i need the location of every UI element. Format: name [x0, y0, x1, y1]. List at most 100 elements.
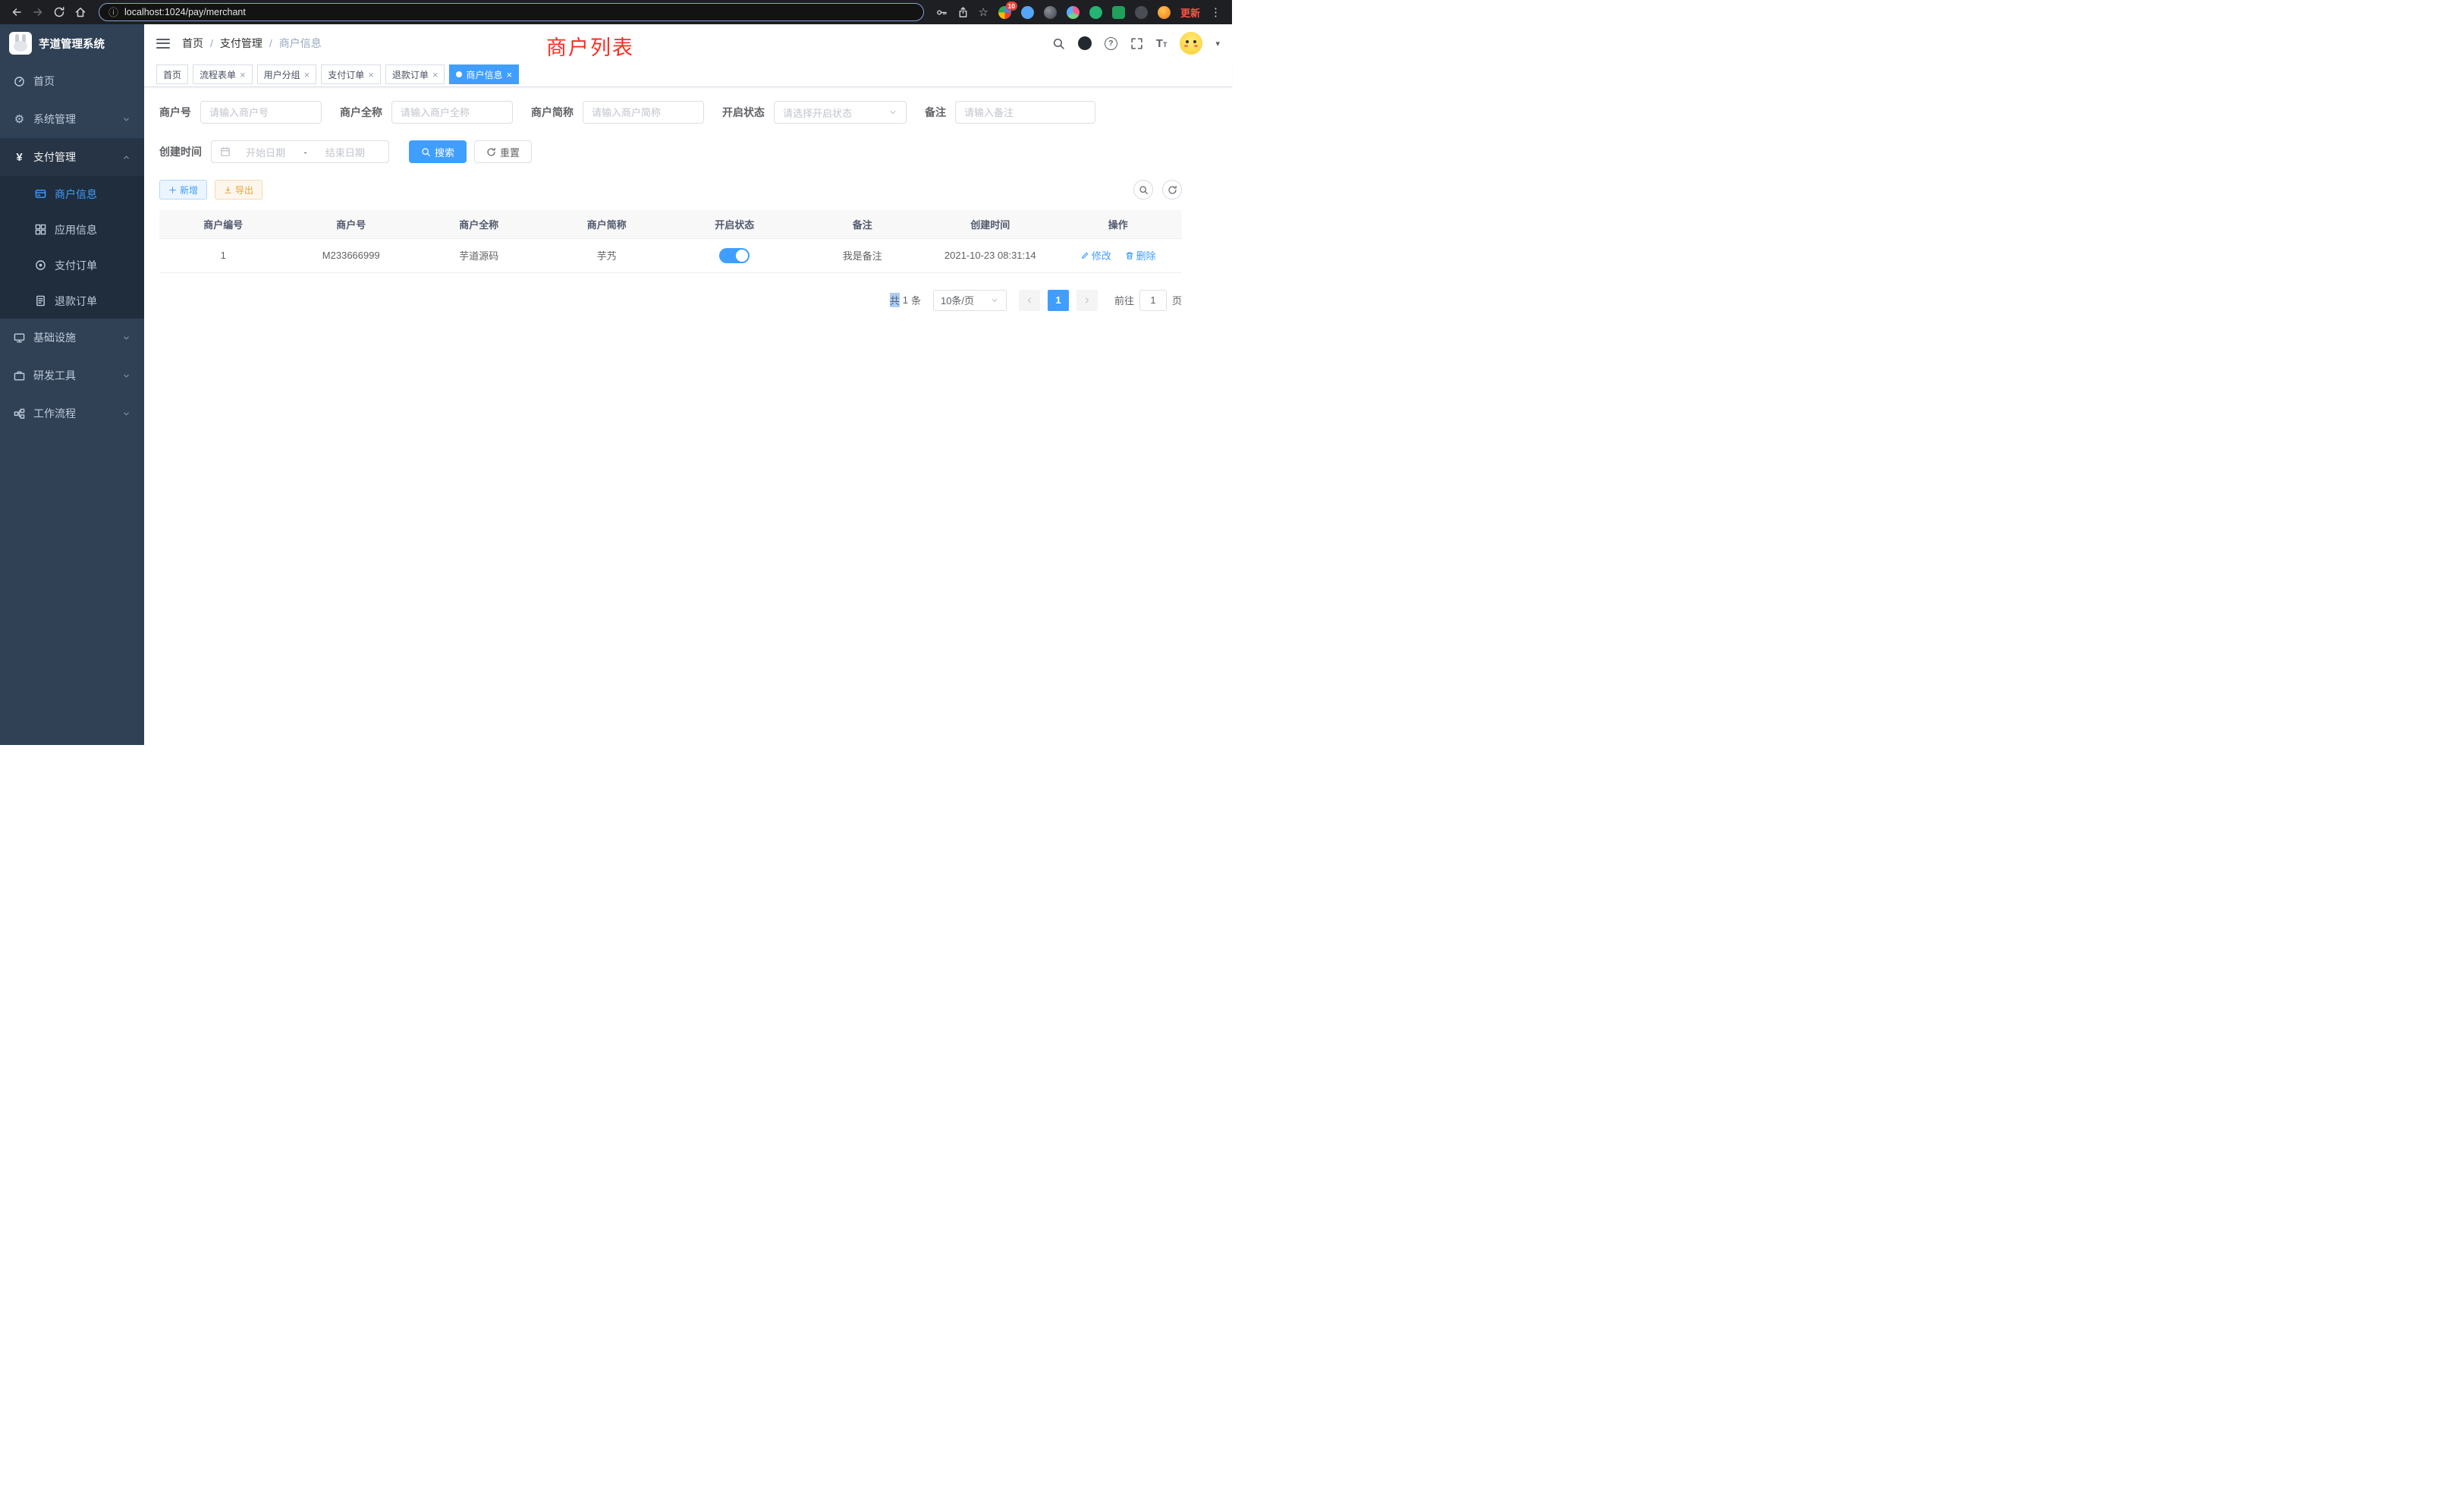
tab-close-icon[interactable]: ×: [432, 70, 438, 80]
extension-icon-5[interactable]: [1089, 6, 1102, 19]
refresh-table-button[interactable]: [1162, 180, 1182, 200]
tab-payment-orders[interactable]: 支付订单 ×: [321, 64, 381, 84]
toggle-search-button[interactable]: [1133, 180, 1153, 200]
sidebar-item-payment[interactable]: ¥ 支付管理: [0, 138, 144, 176]
col-header-status: 开启状态: [671, 210, 799, 238]
col-header-merchant-no: 商户号: [288, 210, 416, 238]
remark-input[interactable]: [955, 101, 1095, 124]
goto-page-input[interactable]: [1139, 290, 1167, 311]
tab-close-icon[interactable]: ×: [240, 70, 246, 80]
chrome-toolbar-right: ☆ 10 更新 ⋮: [932, 2, 1226, 23]
next-page-button[interactable]: [1076, 290, 1098, 311]
add-button[interactable]: 新增: [159, 180, 207, 200]
extension-icon-6[interactable]: [1112, 6, 1125, 19]
delete-button[interactable]: 删除: [1125, 248, 1156, 262]
cell-short-name: 芋艿: [543, 238, 671, 272]
full-name-input[interactable]: [391, 101, 513, 124]
password-key-icon[interactable]: [936, 2, 948, 23]
font-size-icon[interactable]: TT: [1156, 37, 1168, 50]
chrome-update-button[interactable]: 更新: [1180, 5, 1200, 20]
sidebar-item-infrastructure[interactable]: 基础设施: [0, 319, 144, 357]
chrome-menu-icon[interactable]: ⋮: [1210, 5, 1221, 19]
profile-avatar-icon[interactable]: [1158, 6, 1171, 19]
extension-icon-7[interactable]: [1135, 6, 1148, 19]
tab-refund-orders[interactable]: 退款订单 ×: [385, 64, 445, 84]
reload-button[interactable]: [49, 2, 70, 23]
tab-close-icon[interactable]: ×: [368, 70, 374, 80]
tab-close-icon[interactable]: ×: [304, 70, 310, 80]
chevron-down-icon: [122, 410, 130, 418]
key-icon: [936, 7, 948, 18]
pencil-icon: [1080, 251, 1089, 260]
app-window: 芋道管理系统 首页 ⚙ 系统管理 ¥ 支付管理 商户信息 应用信息: [0, 24, 1232, 745]
extension-icon-3[interactable]: [1044, 6, 1057, 19]
cell-actions: 修改 删除: [1054, 238, 1183, 272]
table-toolbar: 新增 导出: [159, 180, 1182, 200]
home-button[interactable]: [70, 2, 91, 23]
sidebar-item-system[interactable]: ⚙ 系统管理: [0, 100, 144, 138]
short-name-input[interactable]: [583, 101, 704, 124]
help-icon[interactable]: ?: [1105, 37, 1117, 50]
calendar-icon: [220, 146, 231, 157]
tab-user-group[interactable]: 用户分组 ×: [257, 64, 317, 84]
edit-button[interactable]: 修改: [1080, 248, 1111, 262]
sidebar-item-workflow[interactable]: 工作流程: [0, 395, 144, 432]
back-icon: [11, 6, 23, 18]
chevron-down-icon: [122, 334, 130, 342]
search-icon: [421, 147, 431, 157]
reset-button[interactable]: 重置: [474, 140, 532, 163]
prev-page-button[interactable]: [1019, 290, 1040, 311]
chevron-up-icon: [122, 153, 130, 162]
col-header-full-name: 商户全称: [415, 210, 543, 238]
cell-remark: 我是备注: [799, 238, 927, 272]
forward-button[interactable]: [27, 2, 49, 23]
filter-label: 开启状态: [722, 105, 765, 120]
tab-merchant-info[interactable]: 商户信息 ×: [449, 64, 519, 84]
sidebar-item-refund-orders[interactable]: 退款订单: [0, 283, 144, 319]
search-button[interactable]: 搜索: [409, 140, 467, 163]
site-info-icon[interactable]: ⓘ: [108, 8, 118, 17]
document-icon: [35, 295, 46, 306]
breadcrumb-item-payment[interactable]: 支付管理: [220, 36, 262, 51]
sidebar-item-payment-orders[interactable]: 支付订单: [0, 247, 144, 283]
toolbox-icon: [14, 370, 25, 382]
search-icon: [1139, 185, 1149, 195]
share-button[interactable]: [957, 2, 969, 23]
search-icon[interactable]: [1052, 37, 1065, 50]
extension-icon-1[interactable]: 10: [998, 6, 1011, 19]
breadcrumb-separator: /: [269, 37, 272, 49]
date-range-picker[interactable]: 开始日期 - 结束日期: [211, 140, 389, 163]
logo[interactable]: 芋道管理系统: [0, 24, 144, 62]
sidebar-item-app-info[interactable]: 应用信息: [0, 212, 144, 247]
current-page-button[interactable]: 1: [1048, 290, 1069, 311]
tab-process-form[interactable]: 流程表单 ×: [193, 64, 253, 84]
status-toggle[interactable]: [719, 248, 750, 263]
chevron-right-icon: [1083, 296, 1092, 305]
fullscreen-icon[interactable]: [1130, 37, 1143, 50]
extension-icon-4[interactable]: [1067, 6, 1080, 19]
cell-create-time: 2021-10-23 08:31:14: [926, 238, 1054, 272]
breadcrumb-item-home[interactable]: 首页: [182, 36, 203, 51]
address-bar[interactable]: ⓘ localhost:1024/pay/merchant: [99, 3, 924, 21]
bookmark-star-icon[interactable]: ☆: [979, 7, 988, 18]
tab-close-icon[interactable]: ×: [506, 70, 512, 80]
avatar-caret-icon[interactable]: ▾: [1215, 39, 1220, 49]
merchant-no-input[interactable]: [200, 101, 322, 124]
page-size-select[interactable]: 10条/页: [933, 290, 1007, 311]
github-icon[interactable]: [1078, 36, 1092, 50]
sidebar-item-dev-tools[interactable]: 研发工具: [0, 357, 144, 395]
logo-rabbit-icon: [9, 32, 32, 55]
extension-icon-2[interactable]: [1021, 6, 1034, 19]
sidebar-item-merchant-info[interactable]: 商户信息: [0, 176, 144, 212]
toolbar-right: [1133, 180, 1182, 200]
chevron-down-icon: [122, 372, 130, 380]
sidebar-item-home[interactable]: 首页: [0, 62, 144, 100]
tab-home[interactable]: 首页: [156, 64, 188, 84]
filter-label: 商户号: [159, 105, 191, 120]
sidebar-toggle-icon[interactable]: [156, 39, 170, 49]
back-button[interactable]: [6, 2, 27, 23]
browser-chrome: ⓘ localhost:1024/pay/merchant ☆ 10 更新 ⋮: [0, 0, 1232, 24]
status-select[interactable]: 请选择开启状态: [774, 101, 907, 124]
user-avatar[interactable]: [1180, 32, 1202, 55]
export-button[interactable]: 导出: [215, 180, 262, 200]
